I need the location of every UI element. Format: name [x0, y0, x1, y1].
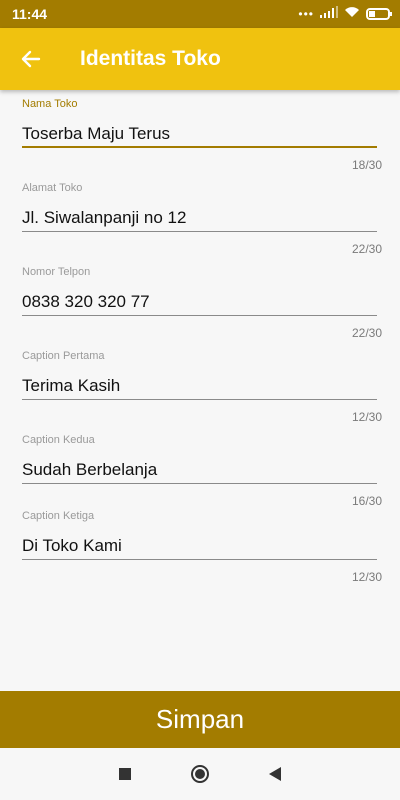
character-counter: 22/30 [351, 242, 382, 256]
back-icon[interactable] [261, 760, 289, 788]
system-nav-bar [0, 748, 400, 800]
field-label: Nama Toko [22, 98, 78, 110]
status-bar: 11:44 ••• [0, 0, 400, 28]
field-label: Alamat Toko [22, 182, 83, 194]
field-underline [22, 315, 377, 316]
notification-dots: ••• [298, 7, 314, 21]
signal-icon [320, 5, 338, 23]
caption-pertama-input[interactable] [22, 372, 377, 400]
character-counter: 12/30 [351, 410, 382, 424]
status-icons: ••• [298, 5, 392, 23]
field-caption-kedua: Caption Kedua 16/30 [0, 426, 400, 508]
character-counter: 12/30 [351, 570, 382, 584]
field-underline [22, 231, 377, 232]
field-label: Caption Pertama [22, 350, 105, 362]
field-label: Nomor Telpon [22, 266, 91, 278]
field-label: Caption Kedua [22, 434, 95, 446]
field-underline [22, 483, 377, 484]
field-caption-pertama: Caption Pertama 12/30 [0, 342, 400, 426]
field-underline [22, 146, 377, 148]
field-caption-ketiga: Caption Ketiga 12/30 [0, 502, 400, 586]
app-bar: Identitas Toko [0, 28, 400, 90]
arrow-left-icon[interactable] [0, 28, 62, 90]
store-identity-form: Nama Toko 18/30 Alamat Toko 22/30 Nomor … [0, 90, 400, 586]
field-nomor-telpon: Nomor Telpon 22/30 [0, 258, 400, 342]
nama-toko-input[interactable] [22, 120, 377, 148]
field-underline [22, 399, 377, 400]
field-underline [22, 559, 377, 560]
caption-ketiga-input[interactable] [22, 532, 377, 560]
field-label: Caption Ketiga [22, 510, 95, 522]
recent-apps-icon[interactable] [111, 760, 139, 788]
save-button[interactable]: Simpan [0, 691, 400, 748]
wifi-icon [344, 5, 360, 23]
status-time: 11:44 [12, 6, 48, 22]
alamat-toko-input[interactable] [22, 204, 377, 232]
field-alamat-toko: Alamat Toko 22/30 [0, 174, 400, 258]
field-nama-toko: Nama Toko 18/30 [0, 90, 400, 174]
character-counter: 18/30 [351, 158, 382, 172]
battery-icon [366, 8, 392, 20]
home-icon[interactable] [186, 760, 214, 788]
page-title: Identitas Toko [80, 47, 221, 70]
caption-kedua-input[interactable] [22, 456, 377, 484]
nomor-telpon-input[interactable] [22, 288, 377, 316]
character-counter: 22/30 [351, 326, 382, 340]
